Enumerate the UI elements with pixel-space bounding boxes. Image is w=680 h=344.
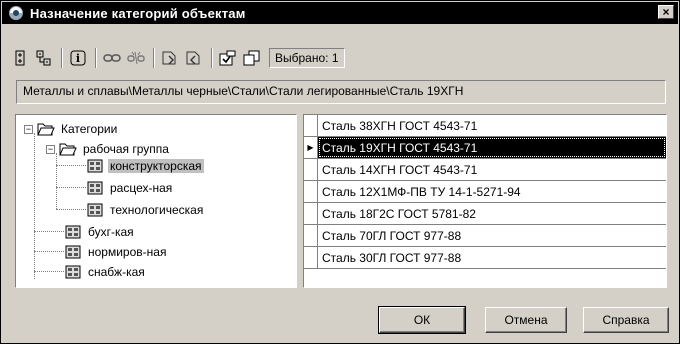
tree-connector — [56, 209, 86, 210]
toolbar-separator — [61, 48, 63, 68]
unlink-icon[interactable] — [125, 47, 147, 69]
toolbar-separator — [95, 48, 97, 68]
ok-button[interactable]: ОК — [378, 306, 466, 334]
table-row[interactable]: Сталь 70ГЛ ГОСТ 977-88 — [304, 225, 666, 247]
table-cell: Сталь 70ГЛ ГОСТ 977-88 — [322, 228, 462, 243]
row-indicator — [304, 247, 318, 268]
tree-connector — [56, 153, 57, 209]
title-bar[interactable]: Назначение категорий объектам × — [2, 2, 678, 24]
link-icon[interactable] — [101, 47, 123, 69]
tree-node-label: нормиров-ная — [88, 245, 167, 259]
cancel-button[interactable]: Отмена — [485, 307, 567, 333]
collapse-icon[interactable]: − — [24, 124, 33, 134]
close-button[interactable]: × — [658, 5, 674, 19]
assign-category-icon[interactable] — [159, 47, 181, 69]
expand-all-icon[interactable] — [9, 47, 31, 69]
app-icon — [9, 6, 23, 20]
dialog-window: Назначение категорий объектам × i Выбран… — [0, 0, 680, 344]
row-indicator — [304, 225, 318, 246]
table-row-active[interactable]: ▶ Сталь 19ХГН ГОСТ 4543-71 — [304, 137, 666, 159]
table-row[interactable]: Сталь 14ХГН ГОСТ 4543-71 — [304, 159, 666, 181]
select-all-icon[interactable] — [217, 47, 239, 69]
tree-connector — [34, 133, 35, 279]
toolbar: i Выбрано: 1 — [9, 45, 345, 71]
tree-node-group[interactable]: − рабочая группа — [46, 140, 171, 158]
collapse-all-icon[interactable] — [33, 47, 55, 69]
selected-count: Выбрано: 1 — [269, 48, 345, 68]
row-indicator — [304, 181, 318, 202]
row-indicator — [304, 203, 318, 224]
tree-node-label: конструкторская — [108, 159, 204, 173]
category-icon — [65, 245, 81, 259]
table-cell: Сталь 18Г2С ГОСТ 5781-82 — [322, 206, 476, 221]
current-row-icon: ▶ — [304, 137, 318, 158]
tree-node-label: рабочая группа — [83, 142, 169, 156]
tree-node-supply[interactable]: снабж-кая — [64, 263, 147, 281]
toolbar-separator — [153, 48, 155, 68]
open-folder-icon — [37, 123, 55, 136]
tree-node-label: снабж-кая — [88, 265, 145, 279]
toolbar-separator — [211, 48, 213, 68]
category-icon — [87, 181, 103, 195]
table-row[interactable]: Сталь 12Х1МФ-ПВ ТУ 14-1-5271-94 — [304, 181, 666, 203]
category-icon — [87, 203, 103, 217]
tree-node-label: расцех-ная — [110, 181, 173, 195]
tree-node-root[interactable]: − Категории — [24, 120, 119, 138]
tree-node-norming[interactable]: нормиров-ная — [64, 243, 168, 261]
category-icon — [65, 265, 81, 279]
table-cell: Сталь 38ХГН ГОСТ 4543-71 — [322, 118, 478, 133]
tree-node-constructor[interactable]: конструкторская — [86, 157, 204, 175]
tree-connector — [34, 251, 64, 252]
remove-category-icon[interactable] — [183, 47, 205, 69]
table-cell: Сталь 12Х1МФ-ПВ ТУ 14-1-5271-94 — [322, 184, 521, 199]
tree-node-label: Категории — [61, 122, 118, 136]
copy-icon[interactable] — [241, 47, 263, 69]
category-icon — [65, 225, 81, 239]
help-button[interactable]: Справка — [583, 307, 669, 333]
tree-node-label: бухг-кая — [88, 225, 134, 239]
table-cell: Сталь 30ГЛ ГОСТ 977-88 — [322, 250, 462, 265]
table-row[interactable]: Сталь 38ХГН ГОСТ 4543-71 — [304, 115, 666, 137]
close-icon: × — [662, 5, 670, 19]
objects-grid[interactable]: Сталь 38ХГН ГОСТ 4543-71 ▶ Сталь 19ХГН Г… — [303, 114, 667, 288]
table-cell: Сталь 14ХГН ГОСТ 4543-71 — [322, 162, 478, 177]
window-title: Назначение категорий объектам — [30, 5, 246, 21]
tree-node-accounting[interactable]: бухг-кая — [64, 223, 136, 241]
row-indicator — [304, 159, 318, 180]
collapse-icon[interactable]: − — [46, 144, 55, 154]
tree-connector — [56, 187, 86, 188]
table-row[interactable]: Сталь 30ГЛ ГОСТ 977-88 — [304, 247, 666, 269]
open-folder-icon — [59, 143, 77, 156]
category-path: Металлы и сплавы\Металлы черные\Стали\Ст… — [16, 80, 666, 104]
category-tree[interactable]: − Категории − рабочая группа конструктор… — [15, 114, 297, 288]
category-icon — [87, 159, 103, 173]
tree-connector — [34, 271, 64, 272]
tree-connector — [34, 231, 64, 232]
info-icon[interactable]: i — [67, 47, 89, 69]
svg-text:i: i — [76, 52, 80, 65]
tree-node-label: технологическая — [110, 203, 204, 217]
table-row[interactable]: Сталь 18Г2С ГОСТ 5781-82 — [304, 203, 666, 225]
table-cell: Сталь 19ХГН ГОСТ 4543-71 — [318, 137, 666, 158]
tree-node-technological[interactable]: технологическая — [86, 201, 205, 219]
tree-connector — [56, 165, 86, 166]
row-indicator — [304, 115, 318, 136]
tree-node-rascekh[interactable]: расцех-ная — [86, 179, 174, 197]
